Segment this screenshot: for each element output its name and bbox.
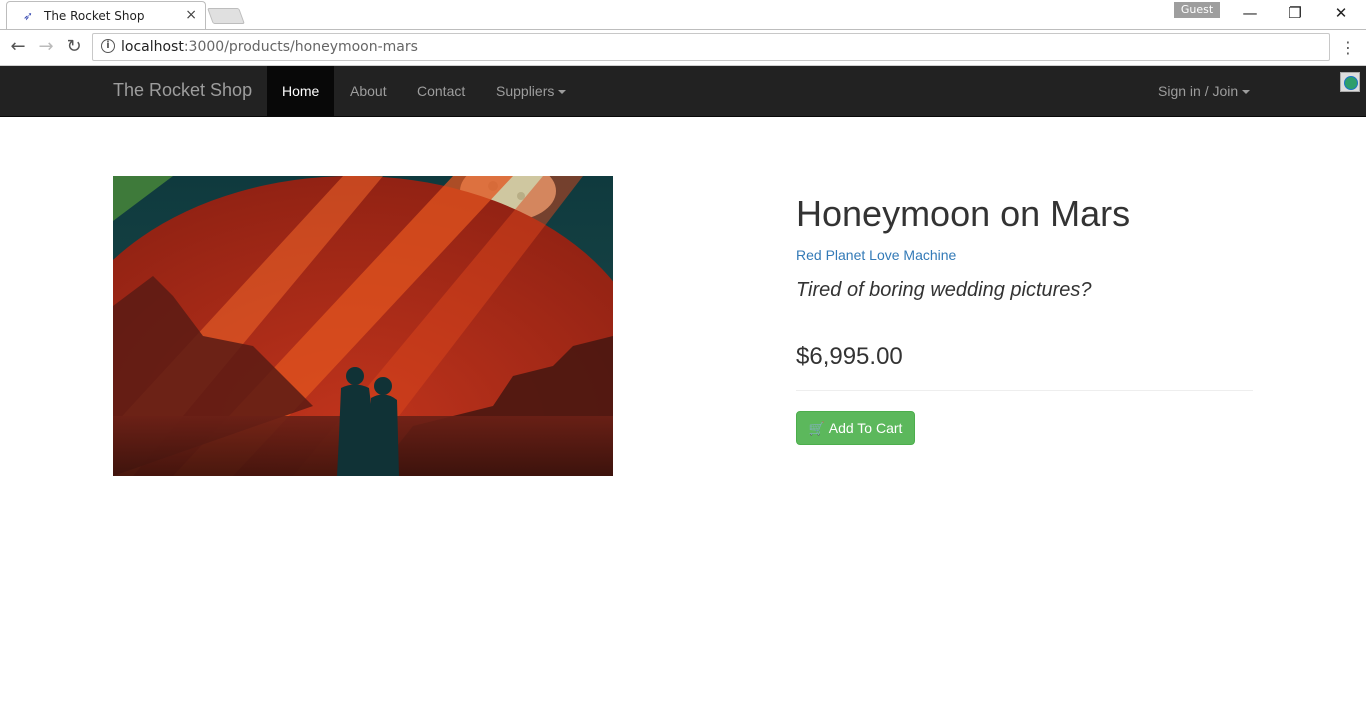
info-icon[interactable]: i	[101, 39, 115, 53]
brand-link[interactable]: The Rocket Shop	[113, 80, 252, 101]
extension-dot	[1344, 76, 1358, 90]
url-host: localhost	[121, 39, 184, 55]
profile-badge[interactable]: Guest	[1174, 2, 1220, 18]
url-text[interactable]: localhost:3000/products/honeymoon-mars	[121, 39, 418, 55]
product-price: $6,995.00	[796, 343, 903, 370]
address-bar[interactable]: i localhost:3000/products/honeymoon-mars	[92, 33, 1330, 61]
nav-suppliers-label: Suppliers	[496, 83, 555, 99]
site-navbar: The Rocket Shop Home About Contact Suppl…	[0, 66, 1366, 117]
extension-icon[interactable]	[1340, 72, 1360, 92]
rocket-favicon-icon: ➶	[23, 9, 34, 23]
nav-contact[interactable]: Contact	[402, 66, 480, 116]
product-image	[113, 176, 613, 476]
restore-button[interactable]: ❐	[1280, 4, 1310, 22]
add-to-cart-button[interactable]: 🛒 Add To Cart	[796, 411, 915, 445]
tab-close-icon[interactable]: ×	[185, 7, 197, 23]
new-tab-button[interactable]	[207, 8, 245, 24]
browser-tab[interactable]: ➶ The Rocket Shop ×	[6, 1, 206, 30]
caret-down-icon	[558, 90, 567, 95]
product-title: Honeymoon on Mars	[796, 193, 1131, 234]
product-tagline: Tired of boring wedding pictures?	[796, 279, 1092, 301]
nav-signin[interactable]: Sign in / Join	[1143, 66, 1265, 116]
browser-tabstrip: ➶ The Rocket Shop × Guest — ❐ ✕	[0, 0, 1366, 30]
shopping-cart-icon: 🛒	[808, 422, 825, 437]
url-path: :3000/products/honeymoon-mars	[183, 39, 418, 55]
nav-about[interactable]: About	[335, 66, 402, 116]
back-arrow-icon[interactable]: ←	[6, 36, 30, 57]
nav-signin-label: Sign in / Join	[1158, 83, 1239, 99]
supplier-link[interactable]: Red Planet Love Machine	[796, 247, 956, 263]
nav-home[interactable]: Home	[267, 66, 335, 116]
caret-down-icon	[1242, 90, 1251, 95]
add-to-cart-label: Add To Cart	[828, 420, 903, 436]
forward-arrow-icon[interactable]: →	[34, 36, 58, 57]
divider	[796, 390, 1253, 391]
browser-menu-icon[interactable]: ⋮	[1340, 38, 1356, 57]
mars-honeymoon-illustration	[113, 176, 613, 476]
tab-title: The Rocket Shop	[44, 9, 145, 23]
reload-icon[interactable]: ↻	[62, 36, 86, 57]
minimize-button[interactable]: —	[1235, 4, 1265, 22]
nav-suppliers[interactable]: Suppliers	[481, 66, 581, 116]
browser-toolbar: ← → ↻ i localhost:3000/products/honeymoo…	[0, 30, 1366, 66]
close-window-button[interactable]: ✕	[1326, 4, 1356, 22]
